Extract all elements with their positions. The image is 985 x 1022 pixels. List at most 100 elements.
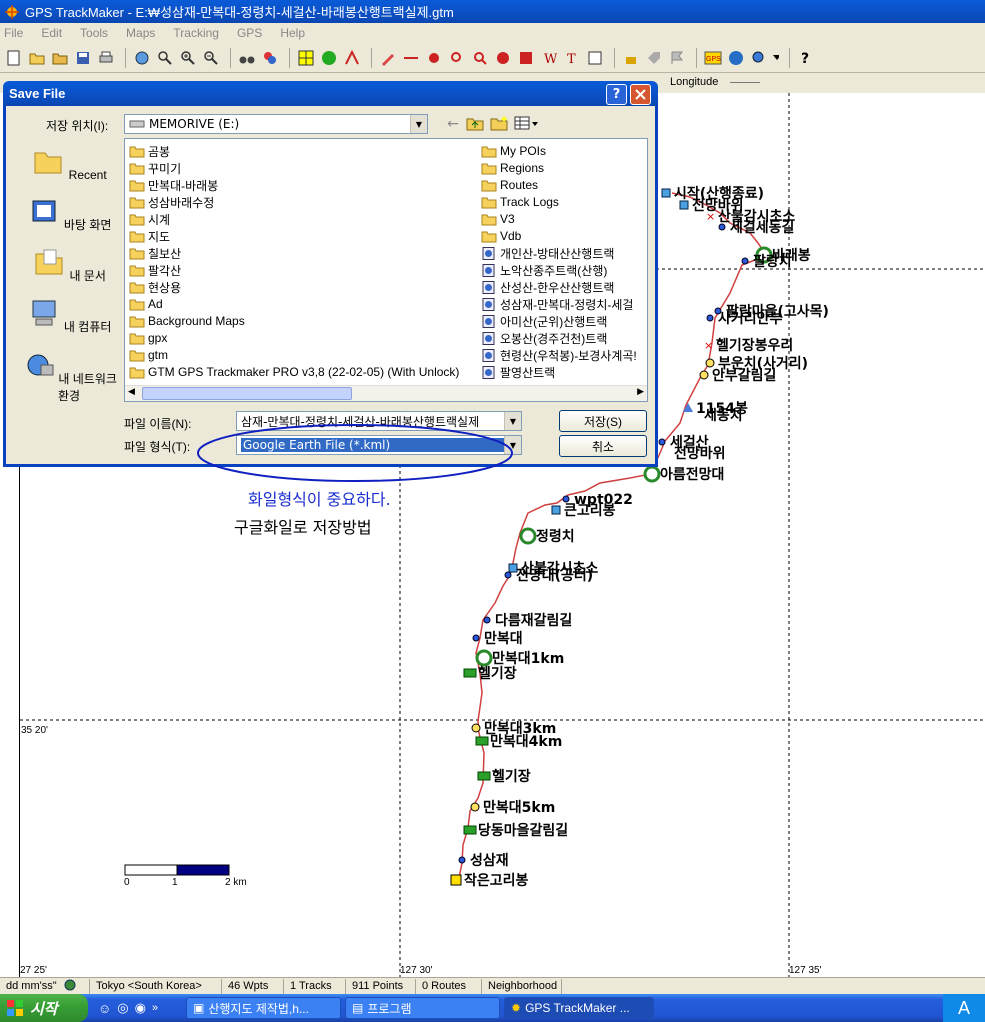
waypoint[interactable]: 성삼재: [458, 853, 509, 869]
waypoint[interactable]: 헬기장: [477, 768, 531, 785]
color-icon[interactable]: [260, 48, 280, 68]
up-folder-button[interactable]: [466, 115, 486, 133]
place-recent[interactable]: Recent: [14, 147, 124, 182]
list-item[interactable]: 산성산-한우산산행트랙: [481, 279, 614, 295]
waypoint[interactable]: 다름재갈림길: [483, 613, 572, 629]
waypoint[interactable]: 아름전망대: [643, 465, 724, 483]
close-button[interactable]: [630, 84, 651, 105]
waypoint[interactable]: 정령치: [519, 527, 575, 545]
globe-icon[interactable]: [132, 48, 152, 68]
list-item[interactable]: 지도: [129, 228, 170, 244]
help-icon[interactable]: ?: [796, 48, 816, 68]
check-icon[interactable]: [319, 48, 339, 68]
search-track-icon[interactable]: [470, 48, 490, 68]
view-menu-button[interactable]: [514, 115, 540, 133]
zoom-in-icon[interactable]: [178, 48, 198, 68]
text-tool-icon[interactable]: T: [562, 48, 582, 68]
place-computer[interactable]: 내 컴퓨터: [14, 299, 124, 335]
tag-icon[interactable]: [644, 48, 664, 68]
list-item[interactable]: 성삼바래수정: [129, 194, 214, 210]
world-map-icon[interactable]: [726, 48, 746, 68]
waypoint-label-icon[interactable]: W: [539, 48, 559, 68]
task-browser[interactable]: ▣ 산행지도 제작법,h...: [186, 997, 341, 1019]
waypoint[interactable]: 큰고리봉: [551, 503, 616, 519]
waypoint[interactable]: 사거리안부: [706, 310, 783, 327]
waypoint[interactable]: 안부갈림길: [699, 367, 776, 384]
scroll-right-icon[interactable]: ▶: [637, 387, 644, 397]
waypoint[interactable]: 세동치: [704, 408, 743, 424]
zoom-out-icon[interactable]: [201, 48, 221, 68]
list-item[interactable]: 노악산종주트랙(산행): [481, 262, 607, 278]
media-icon[interactable]: ◉: [135, 1000, 146, 1016]
waypoint[interactable]: 작은고리봉: [450, 872, 529, 889]
list-icon[interactable]: [585, 48, 605, 68]
waypoint-tool-icon[interactable]: [424, 48, 444, 68]
menu-edit[interactable]: Edit: [41, 26, 62, 40]
waypoint[interactable]: 전망대(공터): [504, 567, 593, 584]
new-folder-button[interactable]: [490, 115, 510, 133]
list-item[interactable]: 아미산(군위)산행트랙: [481, 313, 607, 329]
expand-icon[interactable]: »: [152, 1002, 158, 1014]
list-item[interactable]: 팔영산트랙: [481, 364, 555, 380]
system-tray[interactable]: A: [943, 994, 985, 1022]
gps-icon[interactable]: GPS: [703, 48, 723, 68]
waypoint[interactable]: 헬기장: [463, 665, 517, 682]
file-list[interactable]: 곰봉 꾸미기 만복대-바래봉 성삼바래수정 시계 지도 칠보산 팔각산 현상용 Ad Backgro…: [124, 138, 648, 402]
list-item[interactable]: 곰봉: [129, 143, 170, 159]
list-item[interactable]: gpx: [129, 330, 167, 346]
waypoint[interactable]: 당동마을갈림길: [463, 822, 568, 839]
list-item[interactable]: 성삼재-만복대-정령치-세걸: [481, 296, 633, 312]
list-item[interactable]: Background Maps: [129, 313, 245, 329]
list-item[interactable]: V3: [481, 211, 515, 227]
waypoint[interactable]: 전망바위: [674, 445, 726, 462]
chevron-down-icon[interactable]: ▼: [410, 115, 427, 133]
waypoint[interactable]: 만복대5km: [470, 800, 555, 816]
list-item[interactable]: Vdb: [481, 228, 521, 244]
edit-track-icon[interactable]: [378, 48, 398, 68]
route-icon[interactable]: [516, 48, 536, 68]
binoculars-icon[interactable]: [237, 48, 257, 68]
lock-icon[interactable]: [621, 48, 641, 68]
horizontal-scrollbar[interactable]: ◀ ▶: [125, 385, 647, 401]
list-item[interactable]: gtm: [129, 347, 168, 363]
task-folder[interactable]: ▤ 프로그램: [345, 997, 500, 1019]
search-waypoint-icon[interactable]: [447, 48, 467, 68]
zoom-icon[interactable]: [155, 48, 175, 68]
scroll-left-icon[interactable]: ◀: [128, 387, 135, 397]
menu-file[interactable]: File: [4, 26, 23, 40]
scroll-thumb[interactable]: [142, 387, 352, 400]
open-folder-icon[interactable]: [27, 48, 47, 68]
measure-icon[interactable]: [401, 48, 421, 68]
cancel-button[interactable]: 취소: [559, 435, 647, 457]
track-tool-icon[interactable]: [342, 48, 362, 68]
save-in-dropdown[interactable]: MEMORIVE (E:) ▼: [124, 114, 428, 134]
list-item[interactable]: Ad: [129, 296, 163, 312]
list-item[interactable]: Regions: [481, 160, 544, 176]
menu-help[interactable]: Help: [280, 26, 305, 40]
menu-tools[interactable]: Tools: [80, 26, 108, 40]
list-item[interactable]: 만복대-바래봉: [129, 177, 218, 193]
help-button[interactable]: ?: [606, 84, 627, 105]
list-item[interactable]: 오봉산(경주건천)트랙: [481, 330, 607, 346]
list-item[interactable]: Track Logs: [481, 194, 559, 210]
list-item[interactable]: Routes: [481, 177, 538, 193]
save-button[interactable]: 저장(S): [559, 410, 647, 432]
list-item[interactable]: 개인산-방태산산행트랙: [481, 245, 614, 261]
place-network[interactable]: 내 네트워크 환경: [14, 351, 124, 404]
print-icon[interactable]: [96, 48, 116, 68]
list-item[interactable]: 칠보산: [129, 245, 181, 261]
messenger-icon[interactable]: ☺: [98, 1001, 111, 1016]
flag-icon[interactable]: [667, 48, 687, 68]
menu-tracking[interactable]: Tracking: [173, 26, 219, 40]
chevron-down-icon[interactable]: [772, 48, 780, 68]
list-item[interactable]: 꾸미기: [129, 160, 181, 176]
save-icon[interactable]: [73, 48, 93, 68]
place-documents[interactable]: 내 문서: [14, 248, 124, 284]
search-dropdown-icon[interactable]: [749, 48, 769, 68]
delete-icon[interactable]: [493, 48, 513, 68]
grid-icon[interactable]: [296, 48, 316, 68]
list-item[interactable]: My POIs: [481, 143, 546, 159]
waypoint[interactable]: × 헬기장봉우리: [704, 337, 793, 354]
menu-gps[interactable]: GPS: [237, 26, 262, 40]
list-item[interactable]: 시계: [129, 211, 170, 227]
